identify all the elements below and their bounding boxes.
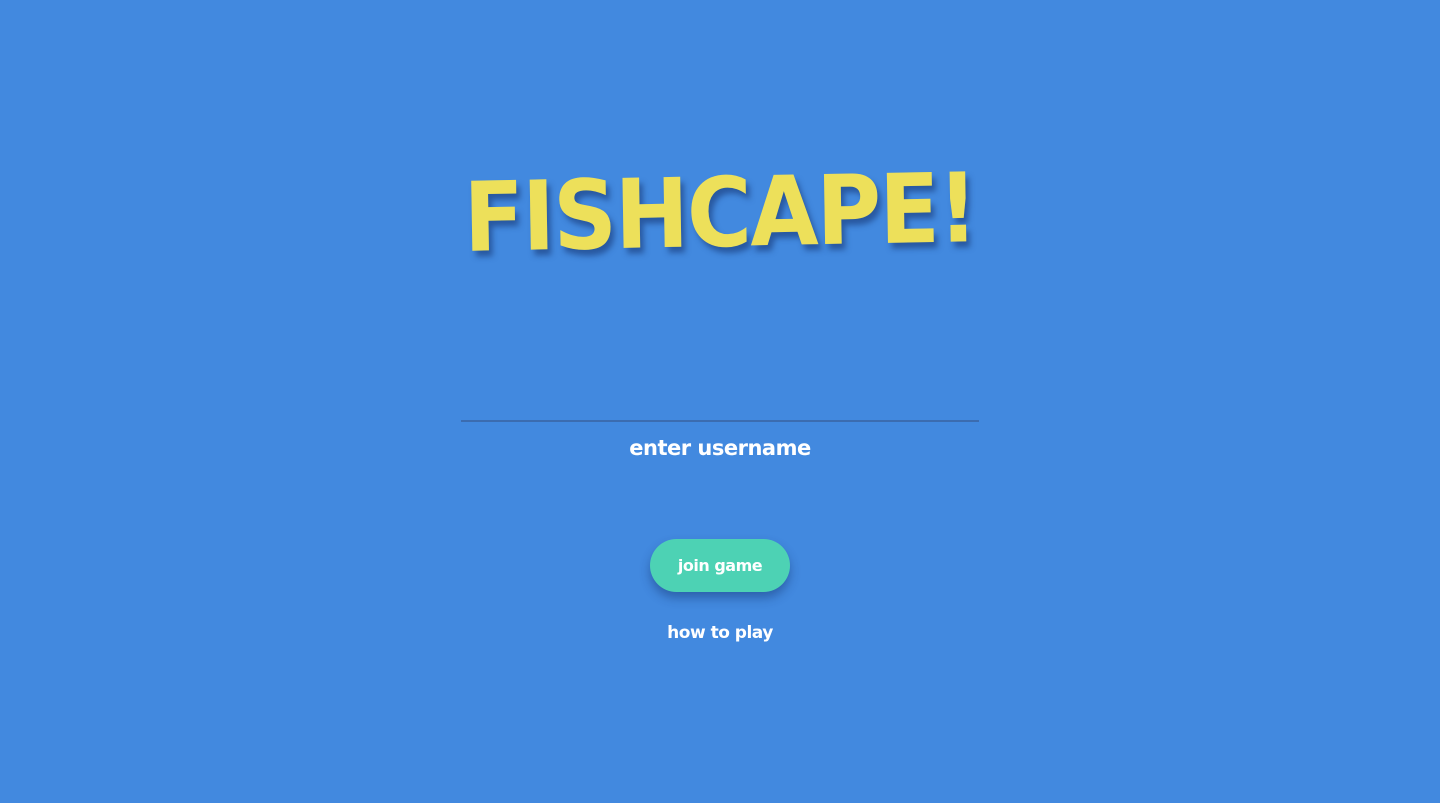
how-to-play-link[interactable]: how to play [667, 623, 773, 643]
username-label: enter username [629, 436, 811, 460]
start-screen: FISHCAPE! enter username join game how t… [0, 0, 1440, 803]
how-to-play-container: how to play [0, 621, 1440, 645]
username-input[interactable] [461, 380, 979, 422]
join-game-button[interactable]: join game [650, 539, 790, 592]
game-title: FISHCAPE! [462, 152, 978, 274]
